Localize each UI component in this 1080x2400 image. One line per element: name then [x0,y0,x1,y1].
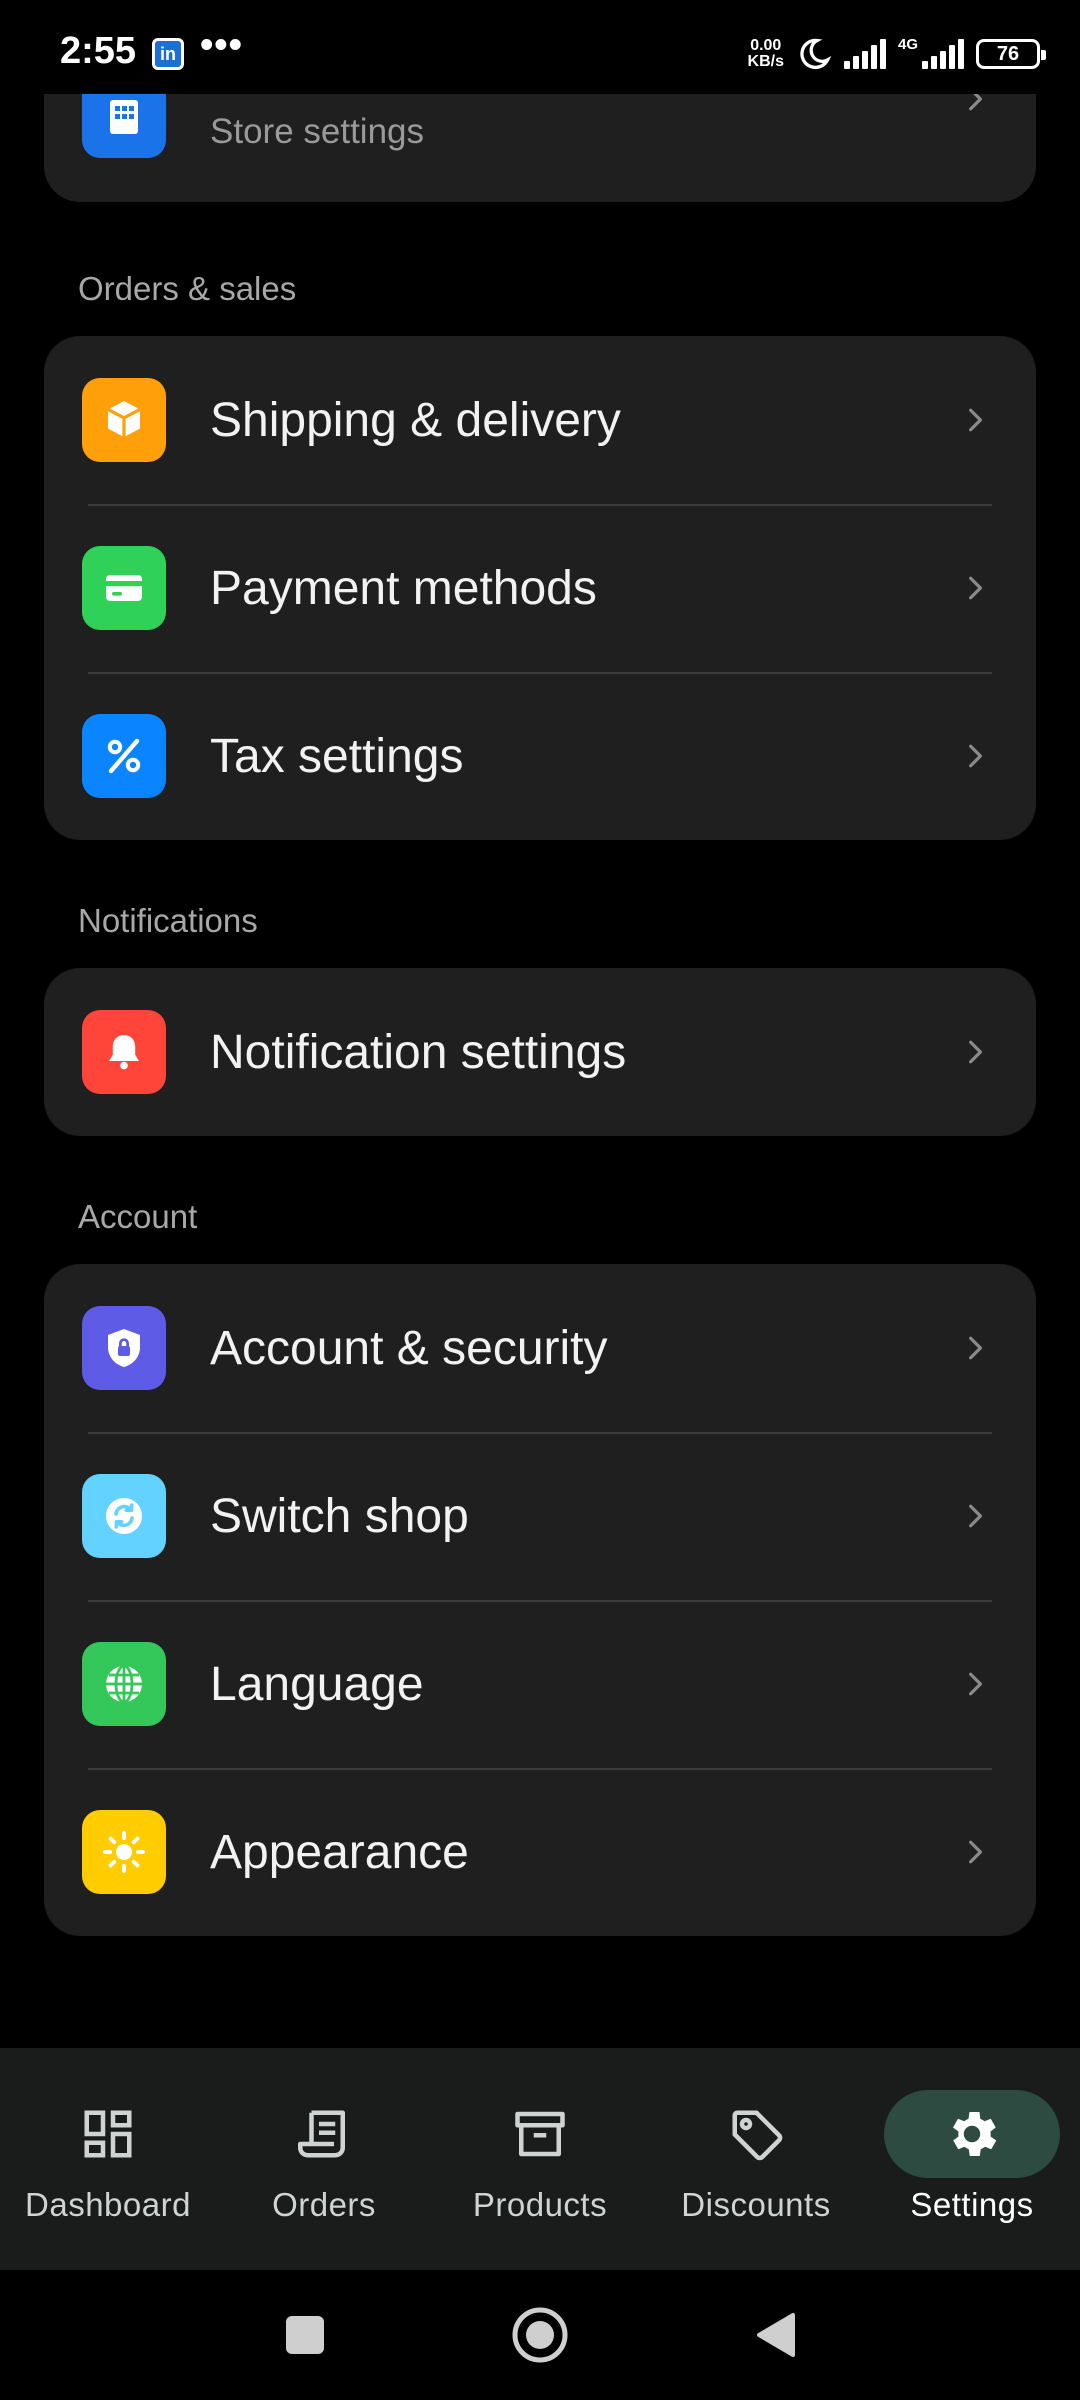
back-button[interactable] [740,2300,810,2370]
section-title-notifications: Notifications [78,902,258,939]
nav-item-dashboard[interactable]: Dashboard [0,2048,216,2270]
chevron-right-icon [962,1039,988,1065]
nav-label: Settings [910,2186,1034,2223]
moon-icon [800,38,832,70]
linkedin-notification-icon: in [152,38,184,70]
settings-row-language[interactable]: Language [44,1600,1036,1768]
status-time: 2:55 [60,30,137,72]
home-button[interactable] [505,2300,575,2370]
more-notifications-icon: ••• [200,24,243,66]
settings-row-notification-settings[interactable]: Notification settings [44,968,1036,1136]
home-circle-icon [512,2307,568,2363]
account-card: Account & security Switch shop Language … [44,1264,1036,1936]
nav-label: Dashboard [25,2186,191,2223]
nav-item-discounts[interactable]: Discounts [648,2048,864,2270]
row-subtitle: Store settings [210,112,424,151]
receipt-icon [236,2090,412,2178]
chevron-right-icon [962,1839,988,1865]
status-indicators: 0.00 KB/s 4G 76 [748,34,1046,74]
recents-button[interactable] [270,2300,340,2370]
row-label: Switch shop [210,1489,469,1543]
status-bar: 2:55 in ••• 0.00 KB/s 4G 76 [0,0,1080,94]
settings-screen: 2:55 in ••• 0.00 KB/s 4G 76 Store settin… [0,0,1080,2400]
globe-icon [82,1642,166,1726]
chevron-right-icon [962,1671,988,1697]
settings-row-tax-settings[interactable]: Tax settings [44,672,1036,840]
system-navigation-bar [0,2270,1080,2400]
network-speed-unit: KB/s [747,53,784,70]
nav-item-settings[interactable]: Settings [864,2048,1080,2270]
nav-item-products[interactable]: Products [432,2048,648,2270]
recents-square-icon [286,2316,324,2354]
tag-icon [668,2090,844,2178]
bell-icon [82,1010,166,1094]
network-type: 4G [897,35,918,53]
orders-sales-card: Shipping & delivery Payment methods Tax … [44,336,1036,840]
settings-row-switch-shop[interactable]: Switch shop [44,1432,1036,1600]
network-speed: 0.00 KB/s [748,38,784,70]
gear-icon [884,2090,1060,2178]
settings-row-account-security[interactable]: Account & security [44,1264,1036,1432]
signal-4g-icon [922,39,964,69]
settings-row-payment-methods[interactable]: Payment methods [44,504,1036,672]
chevron-right-icon [962,575,988,601]
bottom-navigation: Dashboard Orders Products Discounts Sett… [0,2048,1080,2270]
shield-lock-icon [82,1306,166,1390]
chevron-right-icon [962,1503,988,1529]
row-label: Notification settings [210,1025,627,1079]
row-label: Payment methods [210,561,597,615]
credit-card-icon [82,546,166,630]
nav-item-orders[interactable]: Orders [216,2048,432,2270]
network-speed-value: 0.00 [750,37,782,54]
archive-box-icon [452,2090,628,2178]
settings-row-shipping-delivery[interactable]: Shipping & delivery [44,336,1036,504]
row-label: Account & security [210,1321,608,1375]
back-triangle-icon [757,2313,795,2357]
section-title-orders-sales: Orders & sales [78,270,297,307]
row-label: Tax settings [210,729,464,783]
refresh-icon [82,1474,166,1558]
row-label: Shipping & delivery [210,393,621,447]
nav-label: Products [472,2186,608,2223]
package-icon [82,378,166,462]
chevron-right-icon [962,407,988,433]
battery-icon: 76 [976,39,1046,69]
nav-label: Discounts [681,2186,831,2223]
row-label: Language [210,1657,424,1711]
dashboard-icon [20,2090,196,2178]
sun-icon [82,1810,166,1894]
row-label: Appearance [210,1825,469,1879]
settings-row-appearance[interactable]: Appearance [44,1768,1036,1936]
percent-icon [82,714,166,798]
signal-icon [843,39,886,69]
chevron-right-icon [962,743,988,769]
notifications-card: Notification settings [44,968,1036,1136]
chevron-right-icon [962,1335,988,1361]
nav-label: Orders [272,2186,376,2223]
section-title-account: Account [78,1198,198,1235]
